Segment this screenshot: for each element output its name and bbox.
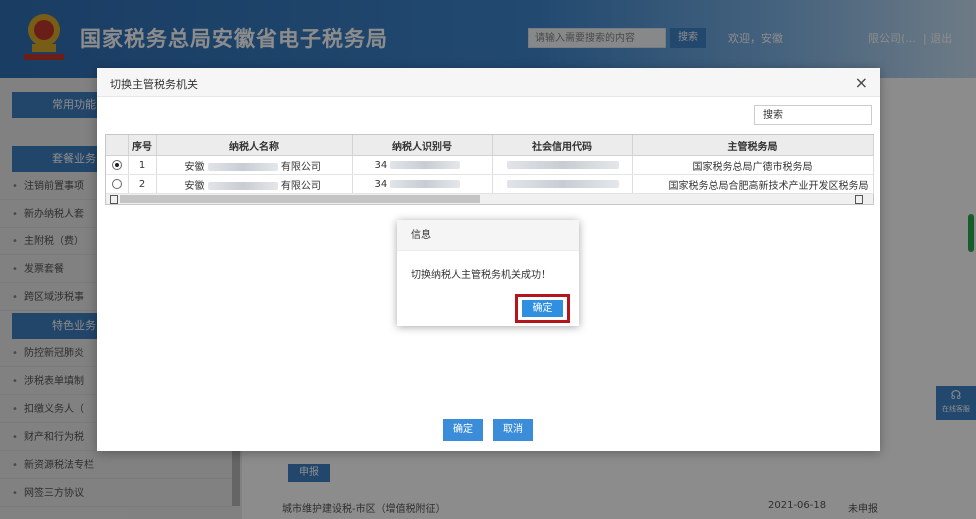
alert-ok-button[interactable]: 确定 xyxy=(522,300,563,317)
redacted-region xyxy=(390,179,461,188)
col-tax-bureau: 主管税务局 xyxy=(632,135,874,156)
col-credit-code: 社会信用代码 xyxy=(492,135,633,156)
confirm-button[interactable]: 确定 xyxy=(443,419,483,441)
scrollbar-thumb[interactable] xyxy=(120,195,480,203)
alert-message: 切换纳税人主管税务机关成功！ xyxy=(411,270,551,281)
dialog-header: 切换主管税务机关 × xyxy=(97,68,880,97)
row-index: 2 xyxy=(128,174,157,194)
redacted-region xyxy=(207,162,278,171)
col-taxpayer-id: 纳税人识别号 xyxy=(352,135,493,156)
scroll-left-icon[interactable] xyxy=(110,195,118,204)
col-taxpayer-name: 纳税人名称 xyxy=(156,135,353,156)
redacted-region xyxy=(207,181,278,190)
highlight-frame: 确定 xyxy=(515,294,570,323)
table-header-row: 序号 纳税人名称 纳税人识别号 社会信用代码 主管税务局 xyxy=(106,135,874,156)
taxpayer-name-prefix: 安徽 xyxy=(184,180,205,192)
taxpayer-id: 34 xyxy=(374,159,388,171)
tax-bureau: 国家税务总局广德市税务局 xyxy=(632,155,874,175)
dialog-title: 切换主管税务机关 xyxy=(110,78,198,91)
taxpayer-table: 序号 纳税人名称 纳税人识别号 社会信用代码 主管税务局 1 安徽 有限公司 3… xyxy=(105,134,874,205)
taxpayer-name-suffix: 有限公司 xyxy=(280,161,321,173)
close-icon[interactable]: × xyxy=(855,73,868,92)
table-horizontal-scrollbar[interactable] xyxy=(106,194,873,204)
table-row[interactable]: 2 安徽 有限公司 34 国家税务总局合肥高新技术产业开发区税务局 xyxy=(106,174,874,194)
alert-title: 信息 xyxy=(397,220,579,251)
row-radio[interactable] xyxy=(111,178,122,189)
redacted-credit-code xyxy=(506,160,619,169)
success-alert: 信息 切换纳税人主管税务机关成功！ 确定 xyxy=(397,220,579,326)
row-radio-selected[interactable] xyxy=(111,159,122,170)
table-row[interactable]: 1 安徽 有限公司 34 国家税务总局广德市税务局 xyxy=(106,155,874,175)
taxpayer-name-suffix: 有限公司 xyxy=(280,180,321,192)
dialog-search-button[interactable]: 搜索 xyxy=(754,105,872,125)
taxpayer-name-prefix: 安徽 xyxy=(184,161,205,173)
col-index: 序号 xyxy=(128,135,157,156)
redacted-credit-code xyxy=(506,179,619,188)
cancel-button[interactable]: 取消 xyxy=(493,419,533,441)
tax-bureau: 国家税务总局合肥高新技术产业开发区税务局 xyxy=(632,174,874,194)
scroll-right-icon[interactable] xyxy=(855,195,863,204)
taxpayer-id: 34 xyxy=(374,178,388,190)
col-select xyxy=(106,135,129,156)
redacted-region xyxy=(390,160,461,169)
row-index: 1 xyxy=(128,155,157,175)
